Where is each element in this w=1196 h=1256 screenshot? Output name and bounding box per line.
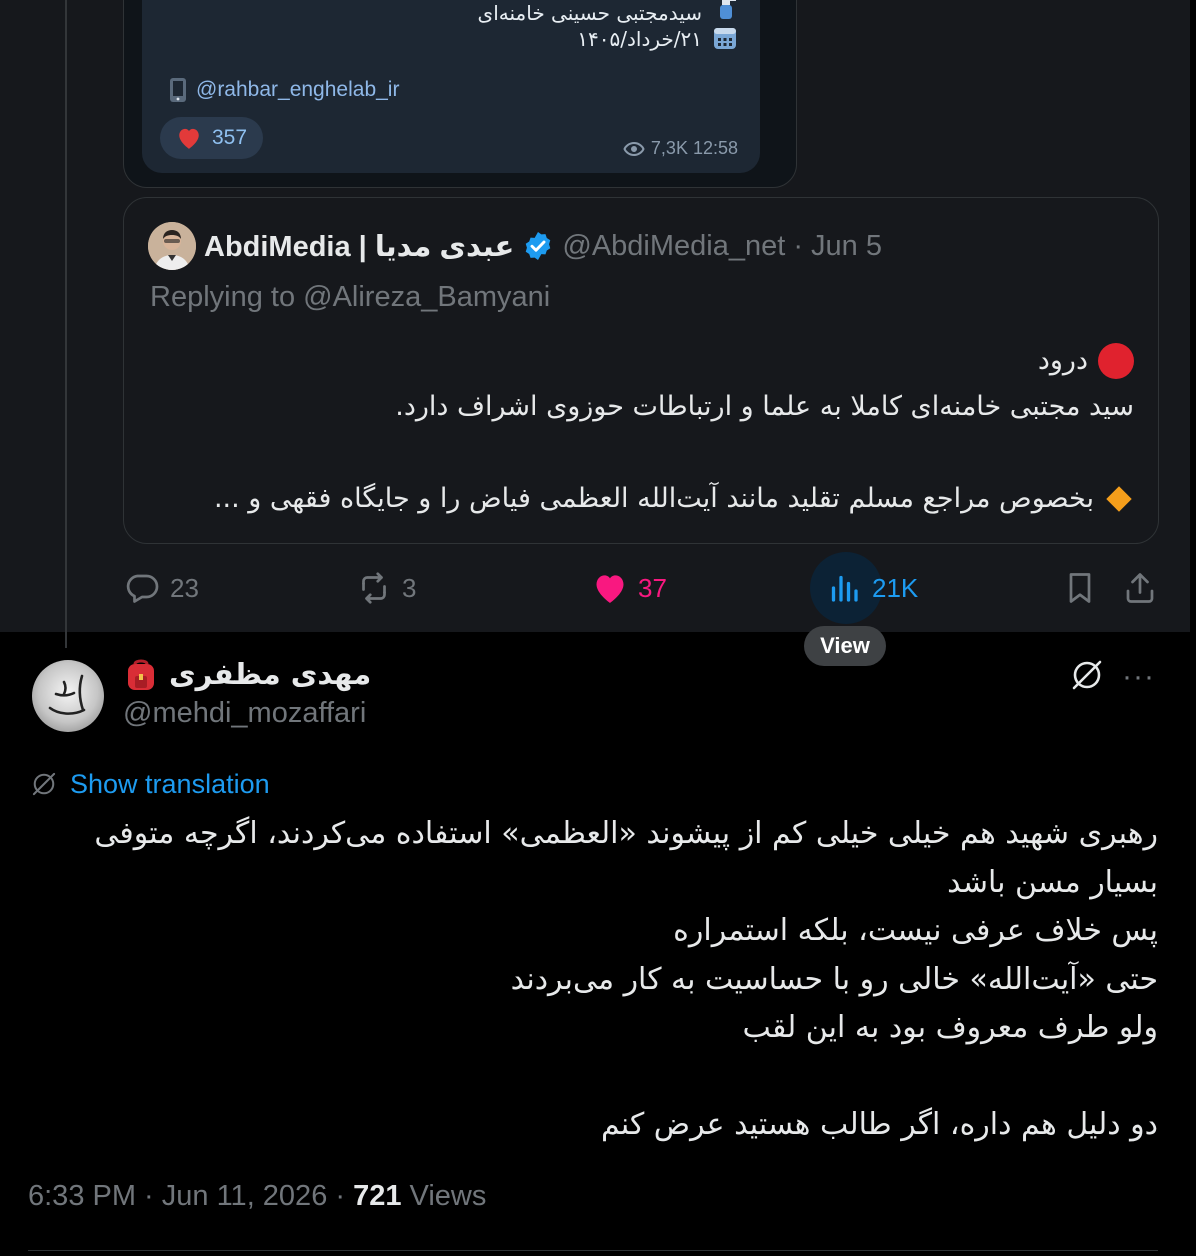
quoted-tweet-text: درود سید مجتبی خامنه‌ای کاملا به علما و … [154,338,1134,522]
views-button[interactable]: 21K [826,570,918,606]
author-name[interactable]: مهدی مظفری [169,657,371,691]
calligraphy-logo-icon [48,674,86,715]
orange-diamond-icon [1106,486,1132,512]
attached-image[interactable]: سیدمجتبی حسینی خامنه‌ای ۲۱/خرداد/۱۴۰۵ @r… [123,0,797,188]
telegram-reaction: 357 [160,117,264,159]
repost-button[interactable]: 3 [356,570,416,606]
telegram-message-meta: 7,3K 12:58 [623,138,738,159]
quoted-line: درود [154,338,1134,384]
share-button[interactable] [1122,570,1158,606]
reply-button[interactable]: 23 [124,570,199,606]
tweet-action-bar: 23 3 37 21K [0,552,1190,624]
timestamp[interactable]: 6:33 PM · Jun 11, 2026 · [28,1180,353,1212]
quoted-line-blank [154,430,1134,476]
like-button[interactable]: 37 [592,570,667,606]
heart-icon [596,575,624,603]
view-count: 721 [353,1180,402,1212]
author-handle[interactable]: @mehdi_mozaffari [123,697,366,730]
spray-bottle-icon [720,0,736,19]
tweet-text-line: پس خلاف عرفی نیست، بلکه استمراره [673,913,1158,948]
bookmark-button[interactable] [1062,570,1098,606]
quoted-line: سید مجتبی خامنه‌ای کاملا به علما و ارتبا… [154,384,1134,430]
reply-icon [126,574,159,603]
red-circle-icon [1098,343,1134,379]
more-icon[interactable]: ··· [1122,660,1155,694]
avatar[interactable] [148,222,196,270]
views-icon [831,575,858,602]
tweet-text-line: ولو طرف معروف بود به این لقب [742,1010,1159,1045]
quoted-text-line-3: بخصوص مراجع مسلم تقلید مانند آیت‌الله ال… [213,483,1094,514]
bookmark-icon [1069,573,1091,603]
tweet-text-line: دو دلیل هم داره، اگر طالب هستید عرض کنم [600,1107,1158,1142]
like-count: 37 [638,572,667,603]
show-translation-link[interactable]: Show translation [70,769,270,800]
calendar-icon [714,28,736,49]
repost-count: 3 [402,572,417,603]
quoted-tweet-header: AbdiMedia | عبدی مدیا @AbdiMedia_net · J… [148,222,882,270]
replying-to: Replying to @Alireza_Bamyani [150,281,551,313]
views-tooltip: View [804,626,886,666]
tweet-text-line: حتی «آیت‌الله» خالی رو با حساسیت به کار … [510,961,1158,997]
thread-connector-line [65,0,67,648]
person-photo-icon [148,222,196,270]
phone-icon [170,78,186,102]
tweet-timestamp-views: 6:33 PM · Jun 11, 2026 · 721 Views [28,1180,486,1213]
telegram-reaction-count: 357 [212,126,248,149]
verified-badge-icon [526,232,551,260]
divider [28,1250,1158,1251]
avatar[interactable] [32,660,104,732]
share-icon [1126,573,1154,603]
quoted-text-line-1: درود [1037,345,1088,376]
grok-icon[interactable] [1068,656,1106,694]
tweet-text-line: رهبری شهید هم خیلی خیلی کم از پیشوند «ال… [94,816,1158,851]
quoted-handle-date: @AbdiMedia_net · Jun 5 [562,229,882,262]
telegram-channel-handle: @rahbar_enghelab_ir [196,78,400,101]
views-label: Views [401,1180,487,1212]
author-name-row: مهدی مظفری [123,656,371,692]
telegram-line-name: سیدمجتبی حسینی خامنه‌ای [477,1,702,25]
tweet-text-line: بسیار مسن باشد [947,864,1158,900]
telegram-message-bubble: سیدمجتبی حسینی خامنه‌ای ۲۱/خرداد/۱۴۰۵ @r… [142,0,760,173]
red-heart-icon [179,128,199,149]
quoted-text-line-2: سید مجتبی خامنه‌ای کاملا به علما و ارتبا… [395,391,1134,422]
quoted-line: بخصوص مراجع مسلم تقلید مانند آیت‌الله ال… [154,476,1134,522]
telegram-views-time: 7,3K 12:58 [650,138,738,158]
telegram-channel-row: @rahbar_enghelab_ir [168,77,399,103]
reply-count: 23 [170,572,199,603]
repost-icon [362,572,386,604]
quoted-tweet[interactable]: AbdiMedia | عبدی مدیا @AbdiMedia_net · J… [123,197,1159,544]
tweet-text-line [28,1053,1158,1102]
tweet-text: رهبری شهید هم خیلی خیلی کم از پیشوند «ال… [28,810,1158,1150]
eye-icon [623,141,645,156]
quoted-author-name[interactable]: AbdiMedia | عبدی مدیا [204,229,514,264]
views-count: 21K [872,572,919,603]
red-backpack-icon [128,659,154,690]
telegram-line-date: ۲۱/خرداد/۱۴۰۵ [577,27,702,51]
translate-icon [32,772,56,796]
show-translation-row[interactable]: Show translation [28,768,270,800]
